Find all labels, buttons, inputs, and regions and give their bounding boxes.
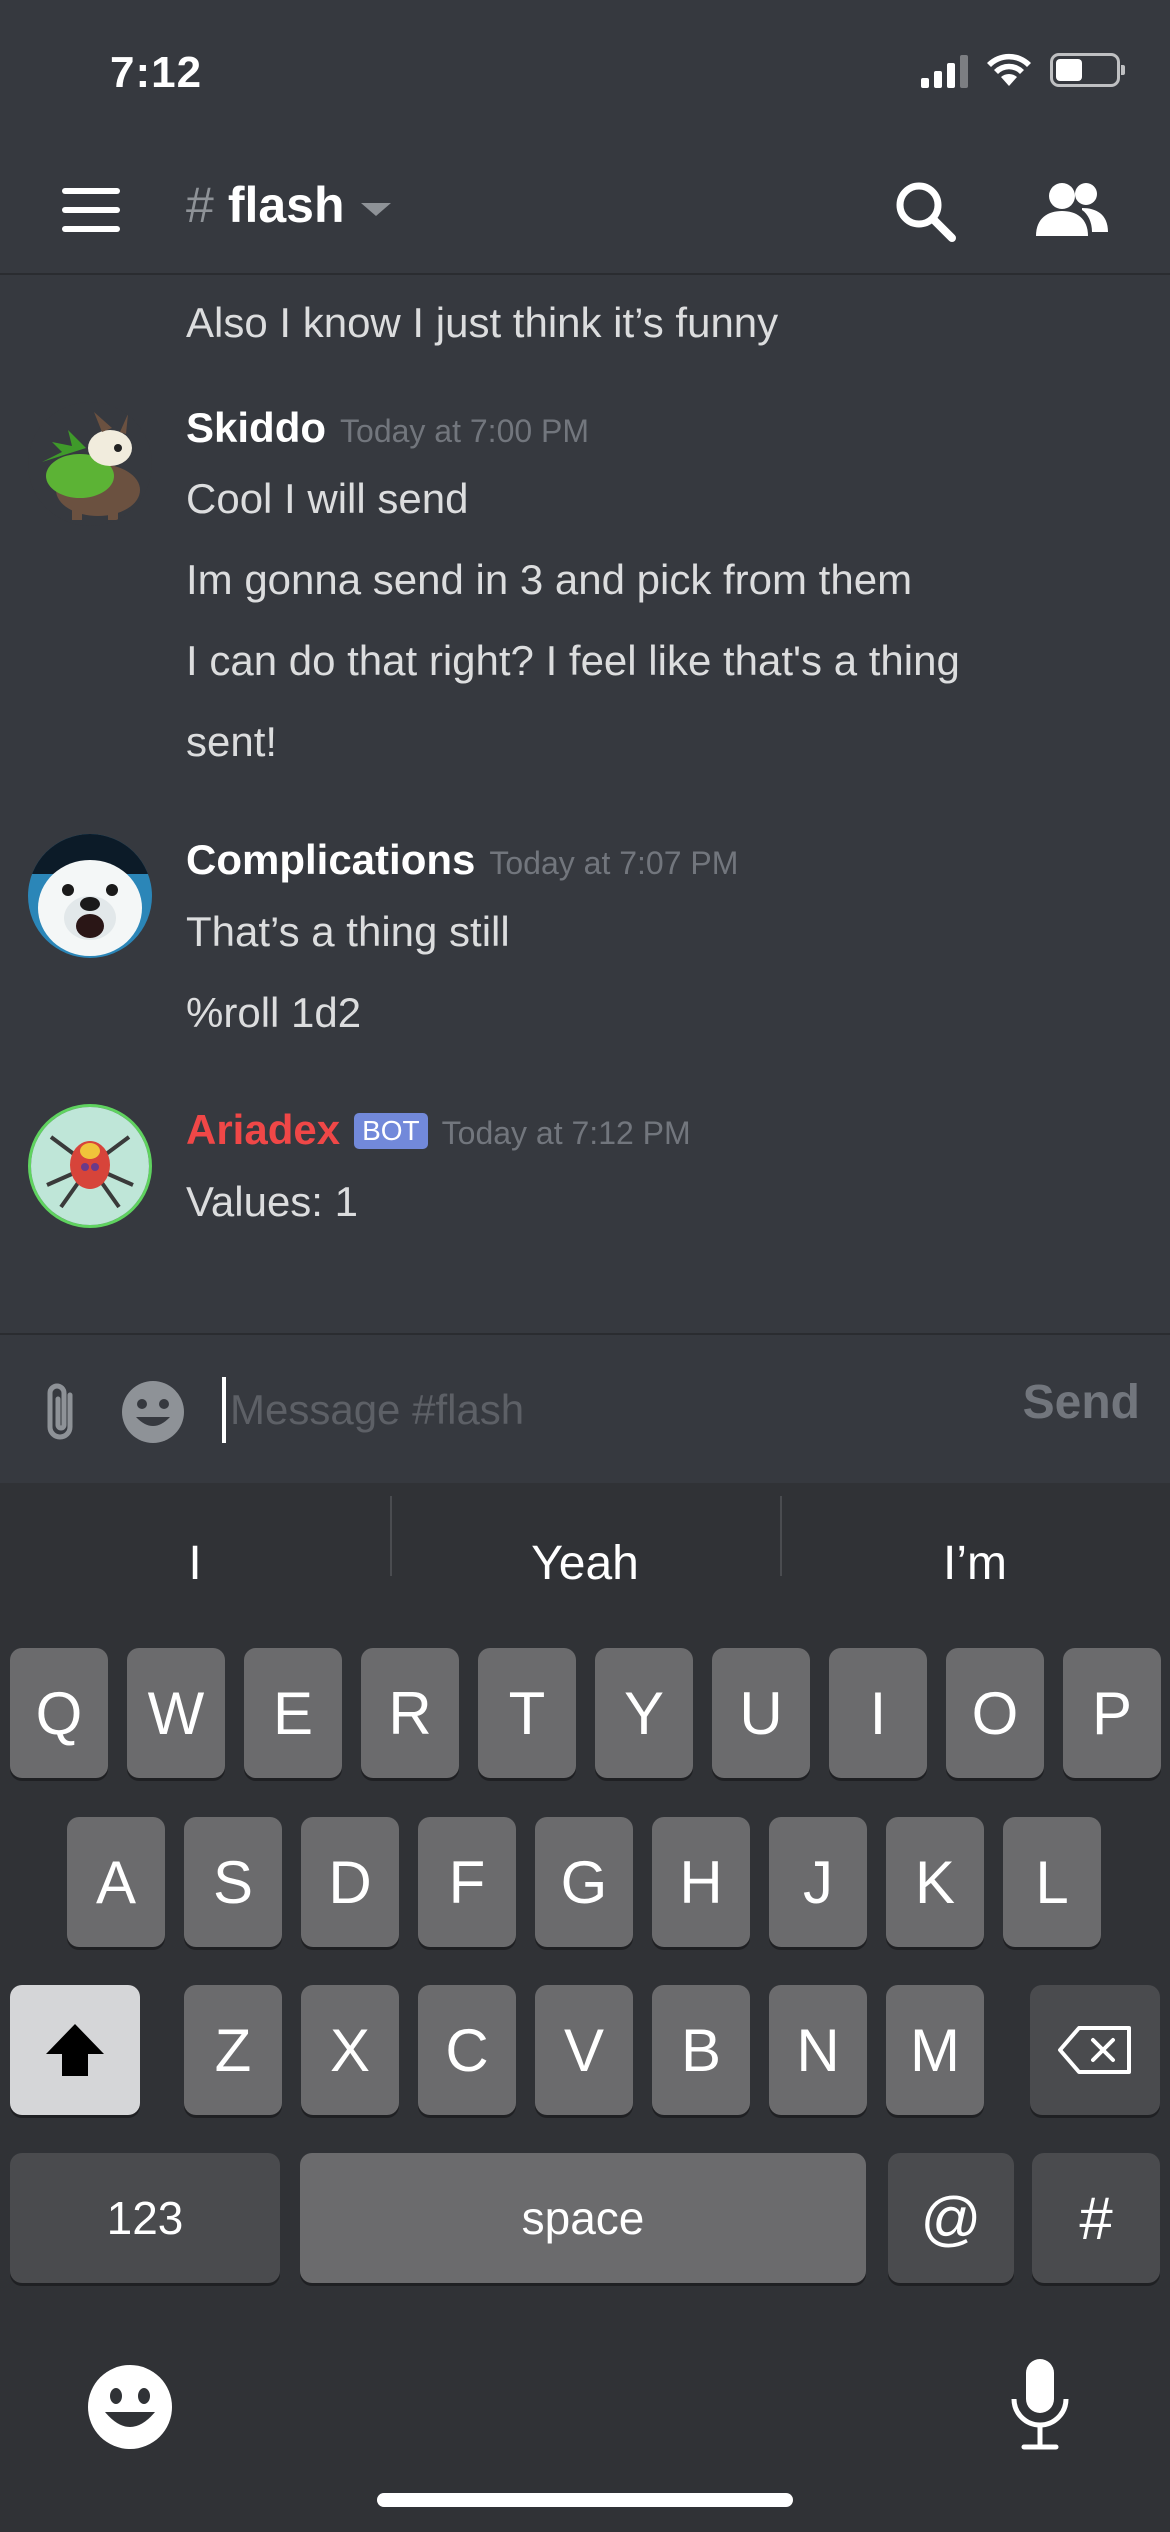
menu-icon[interactable] xyxy=(62,188,120,232)
message-text: That’s a thing still xyxy=(186,908,510,955)
chevron-down-icon xyxy=(360,202,391,216)
bot-badge: BOT xyxy=(354,1113,428,1149)
key-q[interactable]: Q xyxy=(10,1648,108,1778)
key-n[interactable]: N xyxy=(769,1985,867,2115)
key-r[interactable]: R xyxy=(361,1648,459,1778)
key-m[interactable]: M xyxy=(886,1985,984,2115)
emoji-icon[interactable] xyxy=(120,1379,186,1445)
key-u[interactable]: U xyxy=(712,1648,810,1778)
key-i[interactable]: I xyxy=(829,1648,927,1778)
prediction-item[interactable]: Yeah xyxy=(390,1495,780,1591)
key-z[interactable]: Z xyxy=(184,1985,282,2115)
shift-key[interactable] xyxy=(10,1985,140,2115)
key-h[interactable]: H xyxy=(652,1817,750,1947)
status-time: 7:12 xyxy=(110,48,203,97)
search-icon[interactable] xyxy=(890,176,960,246)
space-key[interactable]: space xyxy=(300,2153,866,2283)
message-text: Cool I will send xyxy=(186,475,469,522)
message-timestamp: Today at 7:00 PM xyxy=(340,413,590,449)
author-name[interactable]: Complications xyxy=(186,836,475,884)
author-name[interactable]: Skiddo xyxy=(186,404,326,452)
message-timestamp: Today at 7:12 PM xyxy=(441,1115,691,1151)
message-input[interactable] xyxy=(230,1379,990,1441)
message-text: Also I know I just think it’s funny xyxy=(186,299,779,346)
channel-title[interactable]: # flash xyxy=(186,176,391,234)
message-text: sent! xyxy=(186,718,278,765)
key-p[interactable]: P xyxy=(1063,1648,1161,1778)
predictive-bar: I Yeah I’m xyxy=(0,1483,1170,1643)
prediction-item[interactable]: I xyxy=(0,1536,390,1591)
author-name[interactable]: Ariadex xyxy=(186,1106,340,1154)
message-author-row: Complications Today at 7:07 PM xyxy=(186,836,738,884)
backspace-icon xyxy=(1058,2026,1131,2074)
avatar-skiddo[interactable] xyxy=(28,402,152,526)
message-author-row: Ariadex BOT Today at 7:12 PM xyxy=(186,1106,691,1154)
key-k[interactable]: K xyxy=(886,1817,984,1947)
key-e[interactable]: E xyxy=(244,1648,342,1778)
prediction-item[interactable]: I’m xyxy=(780,1495,1170,1591)
channel-name: flash xyxy=(227,177,345,233)
text-cursor xyxy=(222,1377,226,1443)
message-timestamp: Today at 7:07 PM xyxy=(489,845,739,881)
message-composer: Send xyxy=(0,1333,1170,1483)
key-c[interactable]: C xyxy=(418,1985,516,2115)
key-x[interactable]: X xyxy=(301,1985,399,2115)
channel-header: # flash xyxy=(0,150,1170,275)
wifi-icon xyxy=(987,53,1031,86)
key-w[interactable]: W xyxy=(127,1648,225,1778)
send-button[interactable]: Send xyxy=(1023,1375,1140,1430)
shift-arrow-icon xyxy=(46,2024,104,2076)
avatar-ariadex[interactable] xyxy=(28,1104,152,1228)
key-o[interactable]: O xyxy=(946,1648,1044,1778)
members-icon[interactable] xyxy=(1032,176,1112,246)
status-icons xyxy=(921,52,1125,88)
attachment-icon[interactable] xyxy=(38,1381,84,1447)
numbers-key[interactable]: 123 xyxy=(10,2153,280,2283)
key-d[interactable]: D xyxy=(301,1817,399,1947)
key-g[interactable]: G xyxy=(535,1817,633,1947)
home-indicator[interactable] xyxy=(377,2493,793,2507)
key-t[interactable]: T xyxy=(478,1648,576,1778)
key-v[interactable]: V xyxy=(535,1985,633,2115)
message-text: %roll 1d2 xyxy=(186,989,362,1036)
key-l[interactable]: L xyxy=(1003,1817,1101,1947)
message-list[interactable]: Also I know I just think it’s funny Skid… xyxy=(0,278,1170,1333)
keyboard-emoji-icon[interactable] xyxy=(85,2362,175,2452)
hash-key[interactable]: # xyxy=(1032,2153,1160,2283)
key-a[interactable]: A xyxy=(67,1817,165,1947)
key-b[interactable]: B xyxy=(652,1985,750,2115)
message-author-row: Skiddo Today at 7:00 PM xyxy=(186,404,589,452)
status-bar: 7:12 xyxy=(0,0,1170,150)
at-key[interactable]: @ xyxy=(888,2153,1014,2283)
message-text: Im gonna send in 3 and pick from them xyxy=(186,556,913,603)
avatar-complications[interactable] xyxy=(28,834,152,958)
message-text: Values: 1 xyxy=(186,1178,358,1225)
message-text: I can do that right? I feel like that's … xyxy=(186,637,960,684)
battery-icon xyxy=(1050,53,1125,87)
key-f[interactable]: F xyxy=(418,1817,516,1947)
cellular-signal-icon xyxy=(921,52,968,88)
key-j[interactable]: J xyxy=(769,1817,867,1947)
microphone-icon[interactable] xyxy=(1000,2355,1080,2455)
key-y[interactable]: Y xyxy=(595,1648,693,1778)
channel-hash: # xyxy=(186,177,214,233)
key-s[interactable]: S xyxy=(184,1817,282,1947)
backspace-key[interactable] xyxy=(1030,1985,1160,2115)
